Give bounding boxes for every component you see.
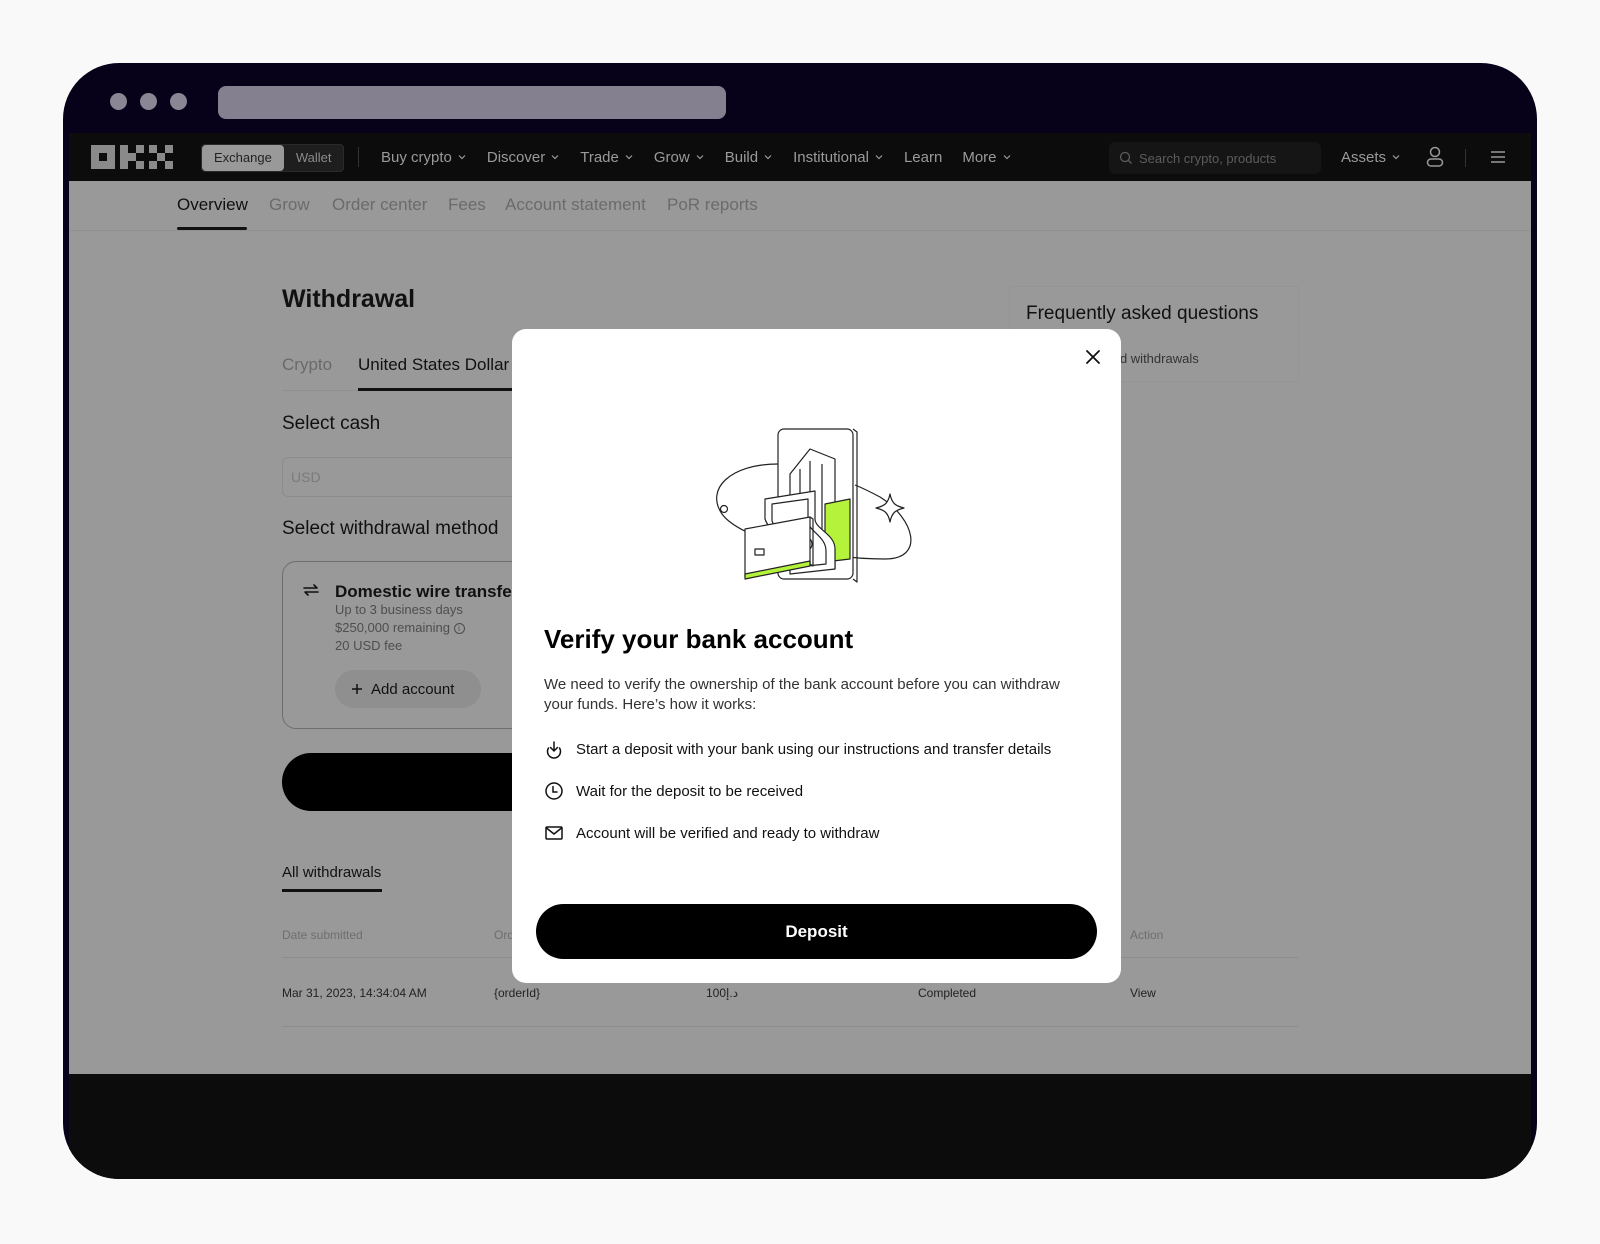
modal-title: Verify your bank account — [544, 624, 854, 654]
address-bar[interactable] — [218, 86, 726, 119]
chevron-down-icon — [1392, 155, 1400, 160]
chevron-down-icon — [1003, 155, 1010, 160]
chevron-down-icon — [458, 155, 466, 160]
transfer-arrows-icon — [303, 584, 319, 596]
menu-buy-crypto[interactable]: Buy crypto — [381, 149, 467, 166]
search-icon — [1119, 151, 1132, 164]
window-dot-minimize[interactable] — [140, 93, 157, 110]
download-icon — [546, 741, 562, 759]
cell-action-view[interactable]: View — [1130, 986, 1156, 1000]
col-date-submitted: Date submitted — [282, 928, 363, 942]
hamburger-menu-icon[interactable] — [1489, 149, 1507, 165]
method-limit: $250,000 remaining i — [335, 620, 465, 635]
chevron-down-icon — [625, 155, 633, 160]
col-action: Action — [1130, 928, 1164, 942]
menu-label: Learn — [903, 148, 943, 166]
search-box — [1109, 142, 1321, 174]
info-icon[interactable]: i — [453, 623, 465, 635]
menu-label: Grow — [653, 148, 690, 166]
menu-label: Build — [724, 148, 759, 166]
menu-label: Buy crypto — [381, 148, 452, 166]
menu-grow[interactable]: Grow — [654, 149, 705, 166]
menu-label: More — [962, 148, 997, 166]
method-fee: 20 USD fee — [335, 638, 403, 653]
menu-learn[interactable]: Learn — [904, 149, 942, 166]
window-dot-maximize[interactable] — [170, 93, 187, 110]
main-menu: Buy crypto Discover Trade Grow Build Ins… — [381, 133, 1032, 181]
close-icon[interactable] — [1081, 345, 1105, 369]
menu-trade[interactable]: Trade — [580, 149, 634, 166]
menu-label: Trade — [580, 148, 619, 166]
search-input[interactable] — [1139, 150, 1309, 166]
exchange-wallet-toggle: Exchange Wallet — [201, 144, 345, 172]
table-row-divider — [282, 1026, 1298, 1027]
subnav-grow[interactable]: Grow — [269, 195, 310, 215]
sub-navigation: Overview Grow Order center Fees Account … — [69, 181, 1531, 231]
active-tab-indicator — [177, 227, 247, 230]
segment-exchange[interactable]: Exchange — [202, 145, 284, 171]
active-tab-indicator — [282, 889, 382, 892]
method-title: Domestic wire transfer — [335, 582, 519, 601]
select-cash-label: Select cash — [282, 413, 381, 434]
verify-bank-modal: Verify your bank account We need to veri… — [512, 329, 1121, 983]
subnav-overview[interactable]: Overview — [177, 195, 248, 215]
step-start-deposit: Start a deposit with your bank using our… — [544, 739, 1051, 759]
chevron-down-icon — [551, 155, 559, 160]
tab-all-withdrawals[interactable]: All withdrawals — [282, 864, 381, 881]
page-title: Withdrawal — [282, 285, 416, 313]
subnav-fees[interactable]: Fees — [448, 195, 486, 215]
mail-icon — [545, 826, 563, 840]
step-wait: Wait for the deposit to be received — [544, 781, 803, 801]
tab-usd[interactable]: United States Dollar — [358, 355, 509, 375]
step-text: Start a deposit with your bank using our… — [576, 740, 1052, 758]
faq-title: Frequently asked questions — [1026, 303, 1259, 324]
method-limit-text: $250,000 remaining — [335, 620, 450, 635]
cell-date: Mar 31, 2023, 14:34:04 AM — [282, 986, 427, 1000]
chevron-down-icon — [875, 155, 883, 160]
modal-description: We need to verify the ownership of the b… — [544, 676, 1060, 713]
deposit-button[interactable]: Deposit — [536, 904, 1097, 959]
assets-menu[interactable]: Assets — [1341, 133, 1401, 181]
subnav-account-statement[interactable]: Account statement — [505, 195, 646, 215]
step-text: Account will be verified and ready to wi… — [576, 824, 880, 842]
bank-verification-illustration — [716, 428, 912, 583]
subnav-order-center[interactable]: Order center — [332, 195, 427, 215]
menu-discover[interactable]: Discover — [487, 149, 560, 166]
menu-more[interactable]: More — [962, 149, 1011, 166]
withdrawal-method-label: Select withdrawal method — [282, 518, 499, 539]
add-account-button[interactable]: Add account — [335, 670, 481, 708]
chevron-down-icon — [696, 155, 704, 160]
assets-label: Assets — [1341, 148, 1387, 166]
tab-crypto[interactable]: Crypto — [282, 355, 332, 375]
cell-status: Completed — [918, 986, 977, 1000]
window-controls — [110, 93, 187, 110]
chevron-down-icon — [764, 155, 772, 160]
method-eta: Up to 3 business days — [335, 602, 463, 617]
page-footer — [69, 1074, 1531, 1179]
plus-icon — [352, 684, 362, 694]
subnav-por-reports[interactable]: PoR reports — [667, 195, 758, 215]
add-account-label: Add account — [371, 680, 455, 698]
divider — [1465, 149, 1466, 167]
cell-order-id: {orderId} — [494, 986, 541, 1000]
okx-logo[interactable] — [91, 145, 173, 169]
window-dot-close[interactable] — [110, 93, 127, 110]
user-icon[interactable] — [1425, 146, 1445, 168]
segment-wallet[interactable]: Wallet — [284, 145, 344, 171]
clock-icon — [545, 782, 563, 800]
cell-amount: 100د.إ — [706, 986, 739, 1000]
divider — [358, 147, 359, 167]
menu-institutional[interactable]: Institutional — [793, 149, 884, 166]
step-text: Wait for the deposit to be received — [576, 782, 804, 800]
top-navigation: Exchange Wallet Buy crypto Discover Trad… — [69, 133, 1531, 181]
menu-build[interactable]: Build — [725, 149, 773, 166]
step-verified: Account will be verified and ready to wi… — [544, 823, 880, 843]
menu-label: Institutional — [793, 148, 869, 166]
menu-label: Discover — [486, 148, 546, 166]
